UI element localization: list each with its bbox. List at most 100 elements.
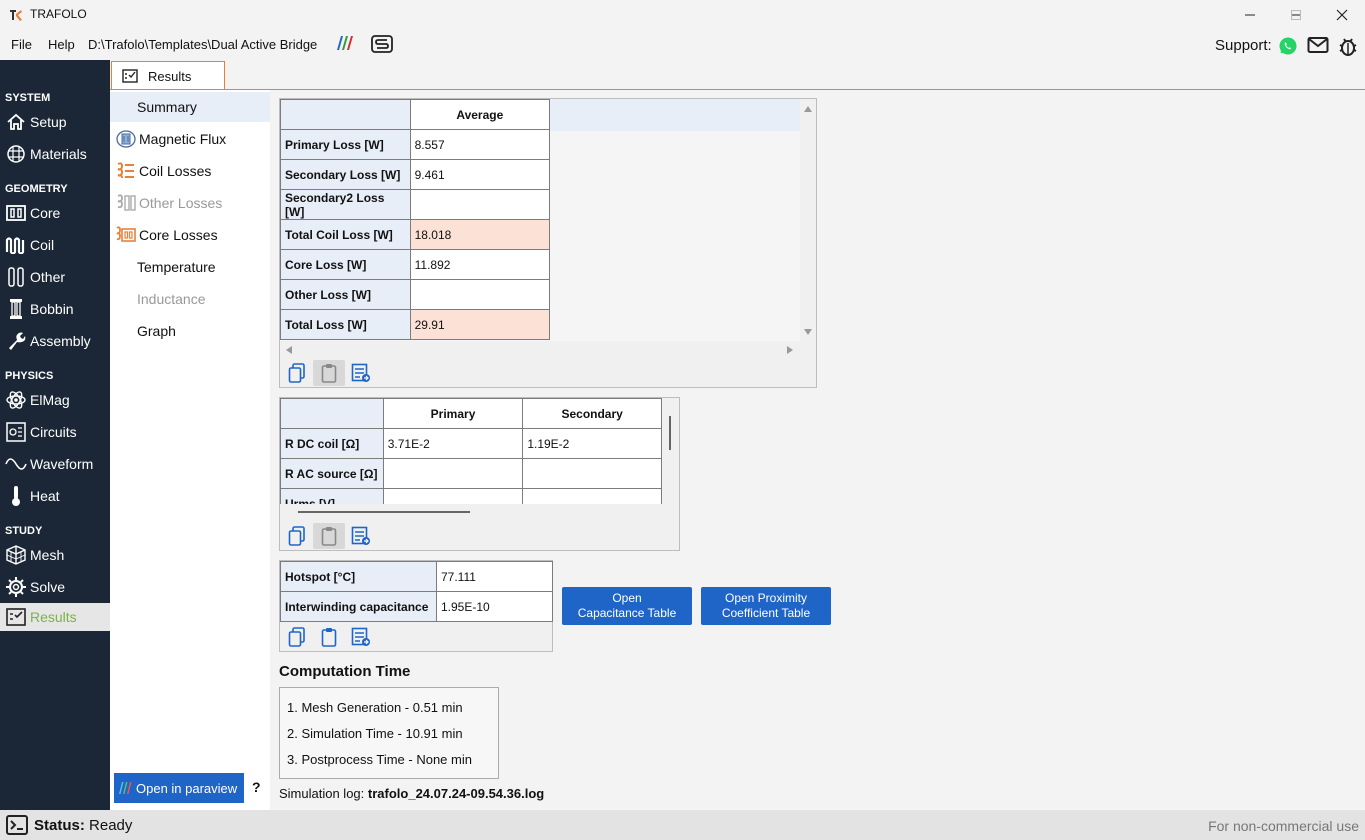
cell-value[interactable] [382, 488, 524, 504]
horizontal-scrollbar[interactable] [280, 341, 800, 357]
copy-button[interactable] [281, 624, 313, 650]
sidebar-item-waveform[interactable]: Waveform [0, 450, 110, 478]
sidebar-item-bobbin[interactable]: Bobbin [0, 295, 110, 323]
whatsapp-icon[interactable] [1278, 36, 1298, 56]
loss-table: Average Primary Loss [W] 8.557 Secondary … [280, 99, 551, 340]
sidebar-item-materials[interactable]: Materials [0, 140, 110, 168]
home-icon [5, 111, 27, 133]
sidebar-item-elmag[interactable]: ElMag [0, 386, 110, 414]
sidebar-item-heat[interactable]: Heat [0, 482, 110, 510]
cell-value[interactable] [522, 458, 662, 489]
sidebar-item-mesh[interactable]: Mesh [0, 541, 110, 569]
sidebar-item-assembly[interactable]: Assembly [0, 327, 110, 355]
tab-results[interactable]: Results [111, 61, 225, 90]
vertical-scrollbar[interactable] [662, 398, 679, 504]
sidebar-item-results[interactable]: Results [0, 603, 110, 631]
copy-button[interactable] [281, 360, 313, 386]
simulation-log-file[interactable]: trafolo_24.07.24-09.54.36.log [368, 786, 544, 801]
cell-value[interactable] [522, 488, 662, 504]
open-in-paraview-button[interactable]: Open in paraview [114, 773, 244, 803]
subnav-other-losses[interactable]: Other Losses [110, 188, 270, 218]
paste-button[interactable] [313, 360, 345, 386]
scroll-right-icon[interactable] [786, 345, 794, 355]
coil-table-panel: Primary Secondary R DC coil [Ω] 3.71E-2 1.… [279, 397, 680, 551]
cell-value[interactable]: 11.892 [409, 249, 551, 280]
paraview-logo-icon[interactable] [334, 34, 356, 52]
table-row[interactable]: Other Loss [W] [280, 279, 551, 310]
sidebar-item-circuits[interactable]: Circuits [0, 418, 110, 446]
table-row[interactable]: Urms [V] [280, 488, 662, 504]
loss-table-viewport: Average Primary Loss [W] 8.557 Secondary … [280, 99, 800, 341]
table-row[interactable]: Hotspot [°C] 77.111 [280, 561, 553, 592]
table-row[interactable]: Interwinding capacitance 1.95E-10 [280, 591, 553, 622]
copy-button[interactable] [281, 523, 313, 549]
subnav-magnetic-flux[interactable]: Magnetic Flux [110, 124, 270, 154]
simulation-log-label: Simulation log: [279, 786, 365, 801]
button-label-line1: Open Proximity [724, 591, 808, 605]
maximize-button[interactable] [1273, 3, 1319, 27]
sidebar-item-label: Bobbin [30, 301, 74, 317]
script-icon[interactable] [370, 34, 394, 54]
table-row[interactable]: R AC source [Ω] [280, 458, 662, 489]
open-proximity-coefficient-table-button[interactable]: Open Proximity Coefficient Table [701, 587, 831, 625]
subnav-coil-losses[interactable]: Coil Losses [110, 156, 270, 186]
scroll-thumb[interactable] [298, 511, 470, 513]
loss-table-panel: Average Primary Loss [W] 8.557 Secondary … [279, 98, 817, 388]
trafolo-logo-icon [10, 10, 22, 21]
subnav-core-losses[interactable]: Core Losses [110, 220, 270, 250]
table-row[interactable]: Core Loss [W] 11.892 [280, 249, 551, 280]
subnav-inductance[interactable]: Inductance [110, 284, 270, 314]
cell-value-highlighted[interactable]: 29.91 [409, 309, 551, 340]
horizontal-scrollbar[interactable] [280, 504, 662, 520]
menu-help[interactable]: Help [48, 37, 75, 52]
export-button[interactable] [345, 624, 377, 650]
cell-value-highlighted[interactable]: 18.018 [409, 219, 551, 250]
paste-button[interactable] [313, 523, 345, 549]
table-row[interactable]: Secondary Loss [W] 9.461 [280, 159, 551, 190]
table-row[interactable]: Total Loss [W] 29.91 [280, 309, 551, 340]
table-row[interactable]: Secondary2 Loss [W] [280, 189, 551, 220]
cell-value[interactable]: 1.19E-2 [522, 428, 662, 459]
cell-value[interactable]: 8.557 [409, 129, 551, 160]
menu-file[interactable]: File [11, 37, 32, 52]
open-capacitance-table-button[interactable]: Open Capacitance Table [562, 587, 692, 625]
cell-value[interactable] [382, 458, 524, 489]
cell-value[interactable]: 9.461 [409, 159, 551, 190]
scroll-left-icon[interactable] [285, 345, 293, 355]
sidebar-item-coil[interactable]: Coil [0, 231, 110, 259]
sine-wave-icon [5, 453, 27, 475]
cell-value[interactable]: 3.71E-2 [382, 428, 524, 459]
gear-icon [5, 576, 27, 598]
sidebar-item-other[interactable]: Other [0, 263, 110, 291]
cell-value[interactable]: 77.111 [436, 561, 553, 592]
core-icon [5, 202, 27, 224]
export-button[interactable] [345, 523, 377, 549]
export-list-icon [351, 526, 370, 545]
sidebar-item-label: Core [30, 205, 61, 221]
subnav-summary[interactable]: Summary [110, 92, 270, 122]
sidebar-item-setup[interactable]: Setup [0, 108, 110, 136]
scroll-up-icon[interactable] [803, 105, 813, 113]
subnav-temperature[interactable]: Temperature [110, 252, 270, 282]
scroll-thumb[interactable] [669, 416, 671, 450]
mail-icon[interactable] [1307, 36, 1329, 54]
sidebar-item-core[interactable]: Core [0, 199, 110, 227]
help-question-button[interactable]: ? [252, 779, 261, 795]
minimize-button-2[interactable] [1227, 3, 1273, 27]
terminal-icon[interactable] [6, 815, 28, 835]
close-button[interactable] [1319, 3, 1365, 27]
subnav-graph[interactable]: Graph [110, 316, 270, 346]
cell-value[interactable] [409, 189, 551, 220]
vertical-scrollbar[interactable] [800, 99, 816, 341]
paste-button[interactable] [313, 624, 345, 650]
cell-value[interactable] [409, 279, 551, 310]
bug-report-icon[interactable] [1338, 35, 1358, 57]
table-row[interactable]: Total Coil Loss [W] 18.018 [280, 219, 551, 250]
scroll-down-icon[interactable] [803, 328, 813, 336]
cell-value[interactable]: 1.95E-10 [436, 591, 553, 622]
table-row[interactable]: R DC coil [Ω] 3.71E-2 1.19E-2 [280, 428, 662, 459]
computation-line: 2. Simulation Time - 10.91 min [287, 726, 463, 741]
sidebar-item-solve[interactable]: Solve [0, 573, 110, 601]
table-row[interactable]: Primary Loss [W] 8.557 [280, 129, 551, 160]
export-button[interactable] [345, 360, 377, 386]
